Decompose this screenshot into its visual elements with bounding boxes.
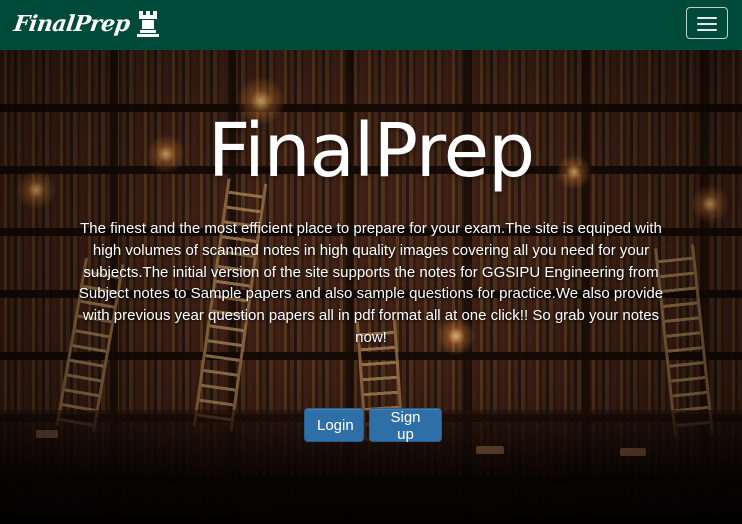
hero-description: The finest and the most efficient place …	[78, 220, 664, 346]
hamburger-line	[697, 23, 717, 25]
chess-rook-icon	[136, 10, 160, 38]
login-button[interactable]: Login	[304, 408, 364, 442]
brand-name: FinalPrep	[12, 11, 132, 37]
hero-section: FinalPrep The finest and the most effici…	[0, 50, 742, 524]
hero-title: FinalPrep	[207, 108, 535, 194]
landing-page: FinalPrep FinalPrep The finest and the m…	[0, 0, 742, 524]
hamburger-menu-icon	[697, 17, 717, 19]
hamburger-line	[697, 29, 717, 31]
brand-link[interactable]: FinalPrep	[12, 6, 160, 42]
navbar-toggle-button[interactable]	[686, 7, 728, 39]
signup-button[interactable]: Sign up	[369, 408, 442, 443]
navbar: FinalPrep	[0, 0, 742, 50]
auth-actions: Login Sign up	[0, 408, 742, 443]
